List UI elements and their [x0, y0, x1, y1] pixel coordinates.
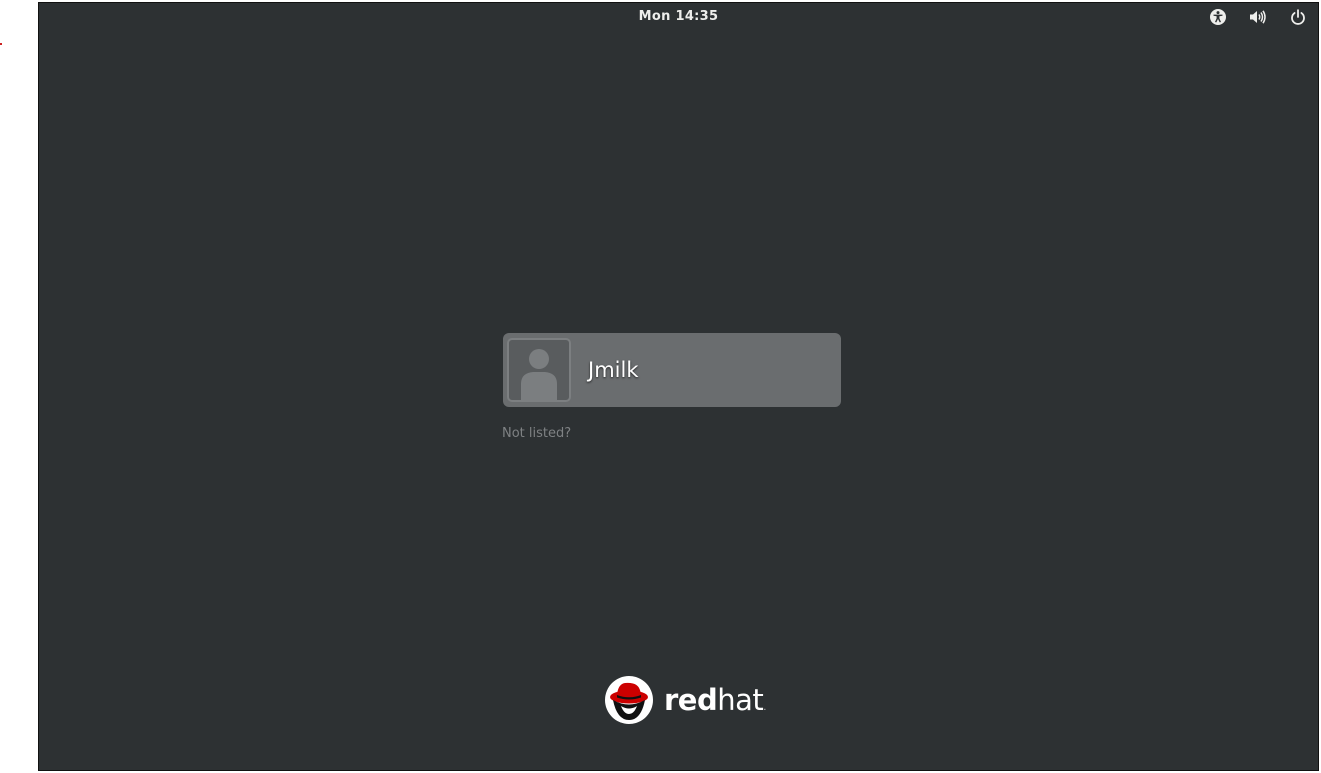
brand-text-red: red	[664, 683, 718, 717]
redhat-brand: redhat.	[604, 675, 766, 725]
brand-text-dot: .	[763, 702, 766, 713]
not-listed-link[interactable]: Not listed?	[502, 426, 571, 441]
user-list-item[interactable]: Jmilk	[503, 333, 841, 407]
login-screen: Mon 14:35 Jmilk Not listed? redhat.	[38, 2, 1319, 771]
power-icon[interactable]	[1288, 8, 1308, 26]
volume-icon[interactable]	[1248, 8, 1268, 26]
margin-marker	[0, 43, 2, 45]
clock[interactable]: Mon 14:35	[39, 9, 1318, 24]
user-name: Jmilk	[588, 358, 639, 382]
user-avatar-icon	[507, 338, 571, 402]
accessibility-icon[interactable]	[1208, 8, 1228, 26]
redhat-shadowman-logo	[605, 676, 653, 724]
brand-text-hat: hat	[717, 683, 764, 717]
top-bar: Mon 14:35	[39, 3, 1318, 31]
system-tray	[1208, 8, 1308, 26]
